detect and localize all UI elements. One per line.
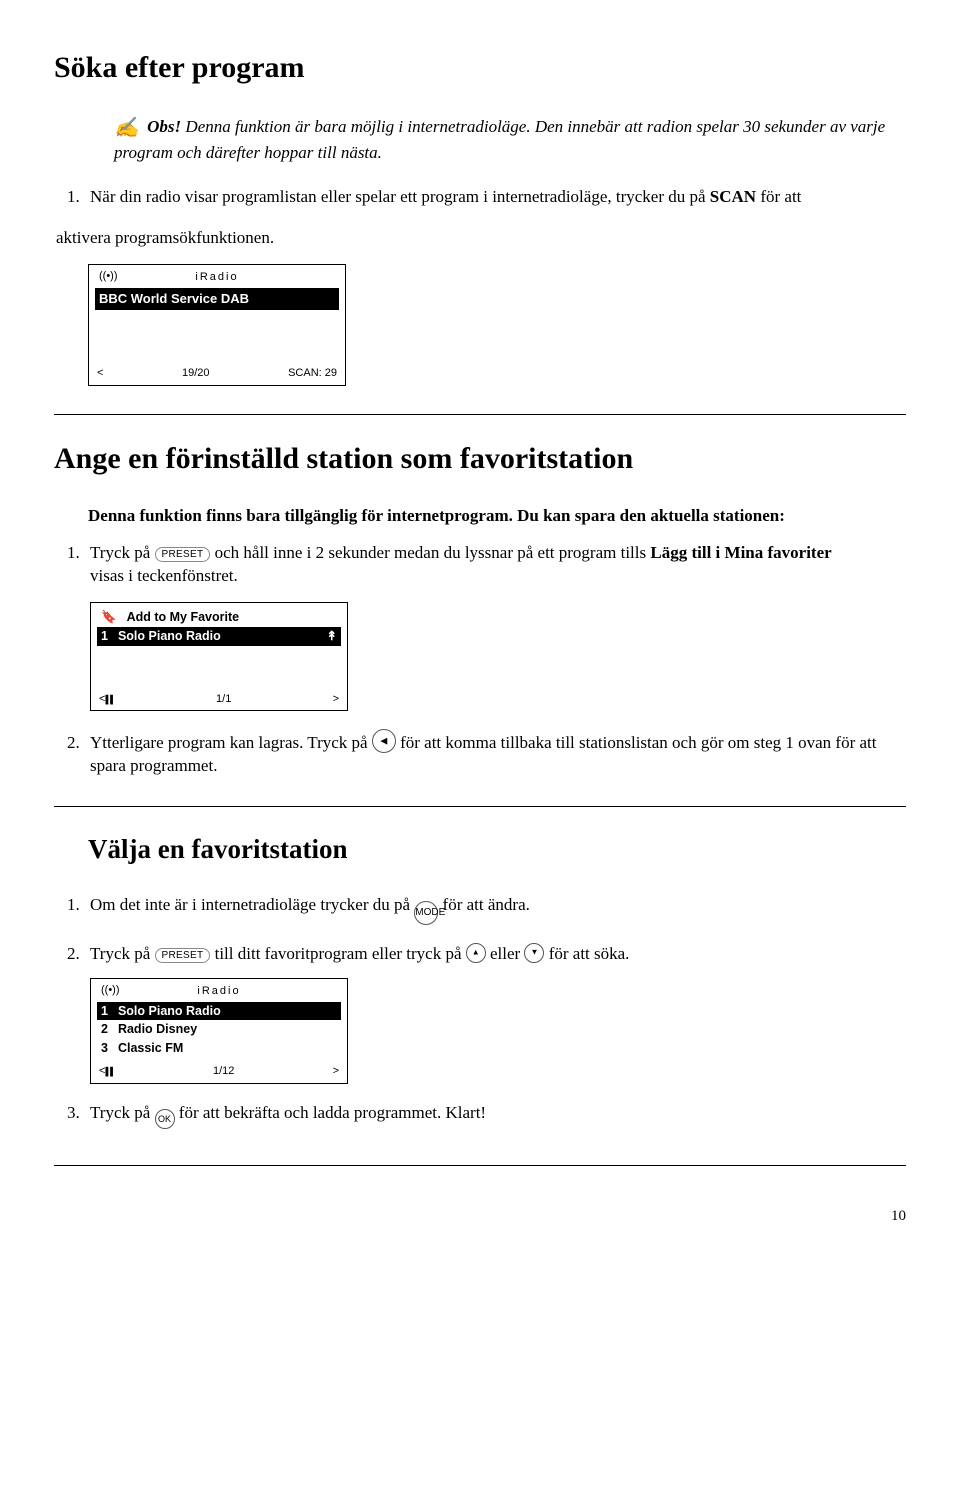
lcd-display-2: 🔖 Add to My Favorite 1 Solo Piano Radio … — [90, 602, 348, 712]
antenna-icon: ((•)) — [99, 269, 118, 284]
text: Tryck på — [90, 543, 155, 562]
up-button-icon — [466, 943, 486, 963]
lcd-page: 19/20 — [103, 366, 288, 381]
heading-favorite-preset: Ange en förinställd station som favorits… — [54, 439, 906, 480]
divider — [54, 806, 906, 807]
lcd-bottombar: < 19/20 SCAN: 29 — [95, 364, 339, 381]
station: Solo Piano Radio — [118, 628, 317, 645]
lcd-brand: iRadio — [197, 985, 240, 997]
section2-intro: Denna funktion finns bara tillgänglig fö… — [88, 505, 906, 528]
lcd-page: 1/1 — [115, 692, 333, 707]
pause-icon — [105, 1064, 114, 1079]
note-block: ✍ Obs! Denna funktion är bara möjlig i i… — [114, 115, 906, 165]
heading-select-favorite: Välja en favoritstation — [88, 831, 906, 867]
lcd-title-row: 🔖 Add to My Favorite — [97, 608, 341, 627]
text: eller — [486, 944, 525, 963]
text: för att söka. — [544, 944, 629, 963]
preset-button-icon: PRESET — [155, 547, 211, 562]
step-1-cont: aktivera programsökfunktionen. — [56, 227, 906, 250]
num: 1 — [101, 1003, 108, 1020]
num: 3 — [101, 1040, 108, 1057]
steps-section3: Om det inte är i internetradioläge tryck… — [56, 894, 906, 1129]
note-text: Denna funktion är bara möjlig i internet… — [114, 117, 885, 162]
lcd-row-1: 1 Solo Piano Radio — [97, 1002, 341, 1021]
divider — [54, 414, 906, 415]
lcd-right: > — [333, 692, 339, 707]
text: för att ändra. — [438, 895, 530, 914]
step-1: Om det inte är i internetradioläge tryck… — [84, 894, 906, 925]
heading-search-programs: Söka efter program — [54, 48, 906, 89]
lcd-row-3: 3 Classic FM — [97, 1039, 341, 1058]
station: Radio Disney — [118, 1021, 197, 1038]
lcd-row-1: 1 Solo Piano Radio ↟ — [97, 627, 341, 646]
lcd-scan: SCAN: 29 — [288, 366, 337, 381]
text: till ditt favoritprogram eller tryck på — [210, 944, 465, 963]
text: Om det inte är i internetradioläge tryck… — [90, 895, 414, 914]
mode-button-icon: MODE — [414, 901, 438, 925]
text: Ytterligare program kan lagras. Tryck på — [90, 733, 372, 752]
num: 1 — [101, 628, 108, 645]
note-prefix: Obs! — [147, 117, 181, 136]
hand-icon: ✍ — [114, 115, 139, 142]
lcd-top: ((•)) iRadio — [97, 984, 341, 999]
steps-section1: När din radio visar programlistan eller … — [56, 186, 906, 209]
text: När din radio visar programlistan eller … — [90, 187, 710, 206]
lcd-bottombar: < 1/1 > — [97, 690, 341, 707]
text: Tryck på — [90, 944, 155, 963]
antenna-icon: ((•)) — [101, 983, 120, 998]
preset-button-icon: PRESET — [155, 948, 211, 963]
text: för att bekräfta och ladda programmet. K… — [175, 1103, 487, 1122]
num: 2 — [101, 1021, 108, 1038]
lcd-station: BBC World Service DAB — [99, 290, 249, 308]
text: visas i teckenfönstret. — [90, 565, 906, 588]
station: Solo Piano Radio — [118, 1003, 221, 1020]
lcd-display-1: ((•)) iRadio BBC World Service DAB < 19/… — [88, 264, 346, 385]
down-button-icon — [524, 943, 544, 963]
scan-label: SCAN — [710, 187, 756, 206]
lcd-row-2: 2 Radio Disney — [97, 1020, 341, 1039]
lcd-bottombar: < 1/12 > — [97, 1062, 341, 1079]
lcd-right: > — [333, 1064, 339, 1079]
lcd-add-fav: Add to My Favorite — [127, 609, 240, 626]
steps-section2: Tryck på PRESET och håll inne i 2 sekund… — [56, 542, 906, 778]
step-3: Tryck på OK för att bekräfta och ladda p… — [84, 1102, 906, 1129]
text: Tryck på — [90, 1103, 155, 1122]
bookmark-icon: 🔖 — [101, 609, 117, 626]
divider — [54, 1165, 906, 1166]
lcd-highlight-row: BBC World Service DAB — [95, 288, 339, 310]
ok-button-icon: OK — [155, 1109, 175, 1129]
page-number: 10 — [54, 1206, 906, 1226]
left-button-icon — [372, 729, 396, 753]
text: och håll inne i 2 sekunder medan du lyss… — [210, 543, 650, 562]
pause-icon — [105, 692, 114, 707]
lcd-top: ((•)) iRadio — [95, 270, 339, 285]
step-1: Tryck på PRESET och håll inne i 2 sekund… — [84, 542, 906, 711]
step-1: När din radio visar programlistan eller … — [84, 186, 906, 209]
station: Classic FM — [118, 1040, 183, 1057]
bold-phrase: Lägg till i Mina favoriter — [650, 543, 831, 562]
up-arrow-icon: ↟ — [327, 628, 337, 645]
text: för att — [756, 187, 801, 206]
step-2: Tryck på PRESET till ditt favoritprogram… — [84, 943, 906, 1084]
lcd-brand: iRadio — [195, 271, 238, 283]
lcd-display-3: ((•)) iRadio 1 Solo Piano Radio 2 Radio … — [90, 978, 348, 1084]
lcd-page: 1/12 — [115, 1064, 333, 1079]
step-2: Ytterligare program kan lagras. Tryck på… — [84, 729, 906, 778]
